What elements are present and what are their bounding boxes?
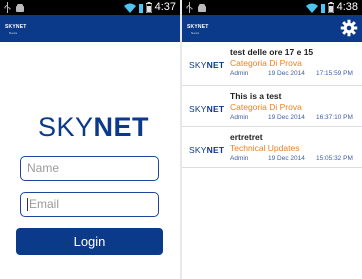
news-item-category: Categoria Di Prova xyxy=(230,102,302,112)
app-bar-logo: SKYNET News xyxy=(5,24,26,36)
status-bar-system: 4:37 xyxy=(123,1,176,14)
news-item[interactable]: SKYNET test delle ore 17 e 15 Categoria … xyxy=(182,42,362,86)
login-screen: 4:37 SKYNET News SKYNET Name Email Login xyxy=(0,0,180,279)
logo-sky-text: SKY xyxy=(189,104,207,114)
news-item-title: test delle ore 17 e 15 xyxy=(230,47,314,57)
status-bar-time: 4:38 xyxy=(336,1,358,13)
app-bar: SKYNET News xyxy=(0,15,180,42)
logo-net-text: NET xyxy=(206,60,225,70)
status-bar-notifications xyxy=(186,2,207,13)
news-item-logo: SKYNET xyxy=(189,145,224,155)
news-item-author: Admin xyxy=(230,114,249,121)
news-item-category: Technical Updates xyxy=(230,143,300,153)
status-bar: 4:38 xyxy=(182,0,362,15)
news-item-date: 19 Dec 2014 xyxy=(268,155,305,162)
battery-icon xyxy=(145,2,152,13)
name-field-placeholder: Name xyxy=(27,161,60,175)
news-item-category: Categoria Di Prova xyxy=(230,58,302,68)
news-item-logo: SKYNET xyxy=(189,104,224,114)
android-icon xyxy=(198,3,206,12)
news-list: SKYNET test delle ore 17 e 15 Categoria … xyxy=(182,42,362,168)
news-item-time: 16:37:10 PM xyxy=(316,114,353,121)
usb-icon xyxy=(4,2,11,13)
text-cursor xyxy=(27,198,28,212)
news-screen: 4:38 SKYNET News SKYNET test delle ore 1… xyxy=(182,0,362,279)
news-item-title: ertretret xyxy=(230,132,263,142)
logo-sky-text: SKY xyxy=(38,112,94,142)
android-icon xyxy=(16,3,24,12)
signal-icon xyxy=(138,3,143,13)
name-field[interactable]: Name xyxy=(20,156,159,181)
logo-sky-text: SKY xyxy=(189,145,207,155)
app-bar-logo-sub: News xyxy=(191,31,200,35)
gear-icon[interactable] xyxy=(340,19,358,37)
wifi-icon xyxy=(305,3,318,13)
app-bar: SKYNET News xyxy=(182,15,362,42)
skynet-logo: SKYNET xyxy=(38,112,149,143)
news-item-author: Admin xyxy=(230,155,249,162)
news-item-time: 15:05:32 PM xyxy=(316,155,353,162)
news-item-author: Admin xyxy=(230,70,249,77)
logo-net-text: NET xyxy=(93,112,150,142)
status-bar-system: 4:38 xyxy=(305,1,358,14)
signal-icon xyxy=(320,3,325,13)
news-item-logo: SKYNET xyxy=(189,60,224,70)
status-bar-notifications xyxy=(4,2,25,13)
app-root: 4:37 SKYNET News SKYNET Name Email Login xyxy=(0,0,362,279)
app-bar-logo-sub: News xyxy=(9,31,18,35)
usb-icon xyxy=(186,2,193,13)
login-button[interactable]: Login xyxy=(16,228,163,255)
status-bar: 4:37 xyxy=(0,0,180,15)
news-item-time: 17:15:59 PM xyxy=(316,70,353,77)
app-bar-logo: SKYNET News xyxy=(187,24,208,36)
wifi-icon xyxy=(123,3,136,13)
logo-sky-text: SKY xyxy=(189,60,207,70)
news-item-date: 19 Dec 2014 xyxy=(268,70,305,77)
logo-net-text: NET xyxy=(206,104,225,114)
status-bar-time: 4:37 xyxy=(154,1,176,13)
battery-icon xyxy=(327,2,334,13)
news-item-date: 19 Dec 2014 xyxy=(268,114,305,121)
news-item[interactable]: SKYNET ertretret Technical Updates Admin… xyxy=(182,127,362,168)
email-field-placeholder: Email xyxy=(29,197,60,211)
logo-net-text: NET xyxy=(206,145,225,155)
email-field[interactable]: Email xyxy=(20,192,159,217)
news-item-title: This is a test xyxy=(230,91,282,101)
news-item[interactable]: SKYNET This is a test Categoria Di Prova… xyxy=(182,86,362,127)
